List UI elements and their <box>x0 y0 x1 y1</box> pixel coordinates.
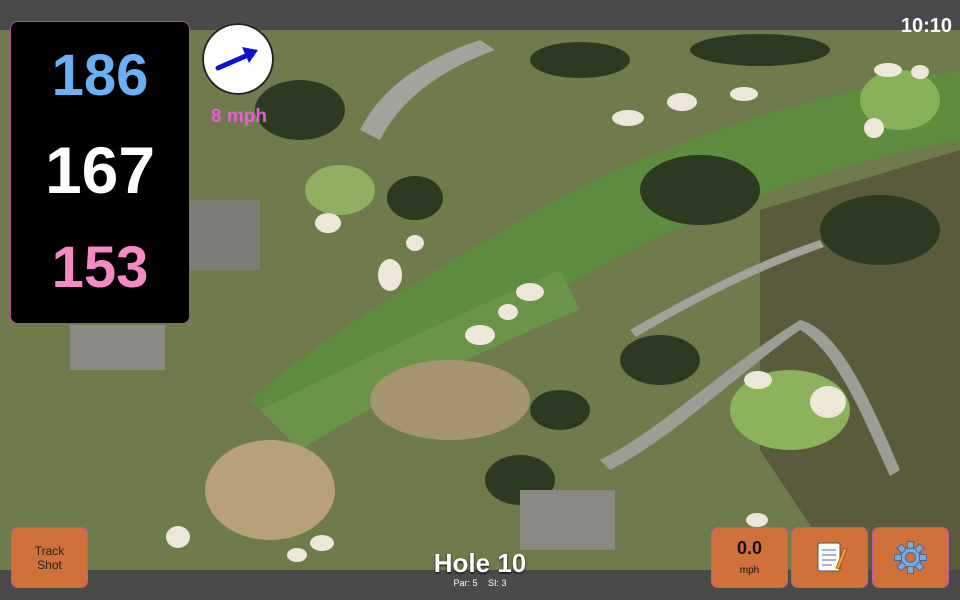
status-clock: 10:10 <box>900 15 952 37</box>
notes-button[interactable] <box>792 528 867 587</box>
center-distance: 167 <box>44 133 156 207</box>
hole-title: Hole 10 <box>433 548 527 578</box>
front-distance: 153 <box>51 235 149 300</box>
hole-info: Par: 5 SI: 3 <box>380 578 580 588</box>
gear-icon <box>894 541 927 574</box>
speed-unit: mph <box>739 565 760 576</box>
track-shot-label-line1: Track <box>34 544 65 558</box>
speed-value: 0.0 <box>736 538 763 558</box>
back-distance: 186 <box>51 43 149 108</box>
settings-button[interactable] <box>873 528 948 587</box>
wind-speed-label: 8 mph <box>211 106 267 127</box>
hole-stroke-index: SI: 3 <box>488 578 507 588</box>
distance-panel: 186 167 153 <box>11 22 189 323</box>
wind-indicator <box>202 23 274 95</box>
wind-direction-arrow-icon <box>215 47 258 71</box>
track-shot-label-line2: Shot <box>37 558 62 572</box>
speed-button[interactable]: 0.0 mph <box>712 528 787 587</box>
track-shot-button[interactable]: Track Shot <box>12 528 87 587</box>
notepad-icon <box>817 542 848 572</box>
hole-par: Par: 5 <box>453 578 478 588</box>
